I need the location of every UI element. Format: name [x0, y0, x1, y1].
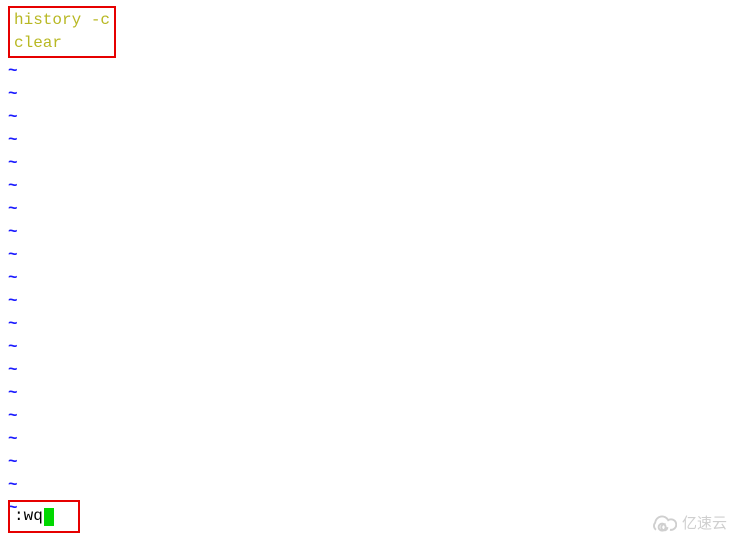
empty-line-tilde: ~ — [8, 405, 733, 428]
empty-line-tilde: ~ — [8, 497, 733, 520]
empty-line-tilde: ~ — [8, 428, 733, 451]
vim-editor-area[interactable]: history -c clear ~~~~~~~~~~~~~~~~~~~~ :w… — [0, 0, 741, 547]
cursor-block — [44, 508, 54, 526]
empty-line-tilde: ~ — [8, 290, 733, 313]
watermark: 亿速云 — [649, 512, 727, 535]
empty-line-tilde: ~ — [8, 129, 733, 152]
vim-command-text[interactable]: :wq — [14, 505, 43, 528]
file-content-line-2: clear — [14, 32, 110, 55]
empty-line-tilde: ~ — [8, 451, 733, 474]
file-content-line-1: history -c — [14, 9, 110, 32]
empty-line-tilde: ~ — [8, 336, 733, 359]
empty-line-tilde: ~ — [8, 382, 733, 405]
empty-line-tilde: ~ — [8, 198, 733, 221]
empty-line-tilde: ~ — [8, 267, 733, 290]
command-highlight-box: :wq — [8, 500, 80, 533]
empty-line-tilde: ~ — [8, 313, 733, 336]
empty-lines-container: ~~~~~~~~~~~~~~~~~~~~ — [8, 60, 733, 520]
empty-line-tilde: ~ — [8, 221, 733, 244]
vim-command-row: :wq — [8, 500, 80, 533]
empty-line-tilde: ~ — [8, 106, 733, 129]
empty-line-tilde: ~ — [8, 60, 733, 83]
empty-line-tilde: ~ — [8, 474, 733, 497]
empty-line-tilde: ~ — [8, 244, 733, 267]
cloud-icon — [649, 514, 677, 534]
empty-line-tilde: ~ — [8, 359, 733, 382]
empty-line-tilde: ~ — [8, 175, 733, 198]
empty-line-tilde: ~ — [8, 83, 733, 106]
watermark-text: 亿速云 — [682, 512, 727, 535]
empty-line-tilde: ~ — [8, 152, 733, 175]
content-highlight-box: history -c clear — [8, 6, 116, 58]
